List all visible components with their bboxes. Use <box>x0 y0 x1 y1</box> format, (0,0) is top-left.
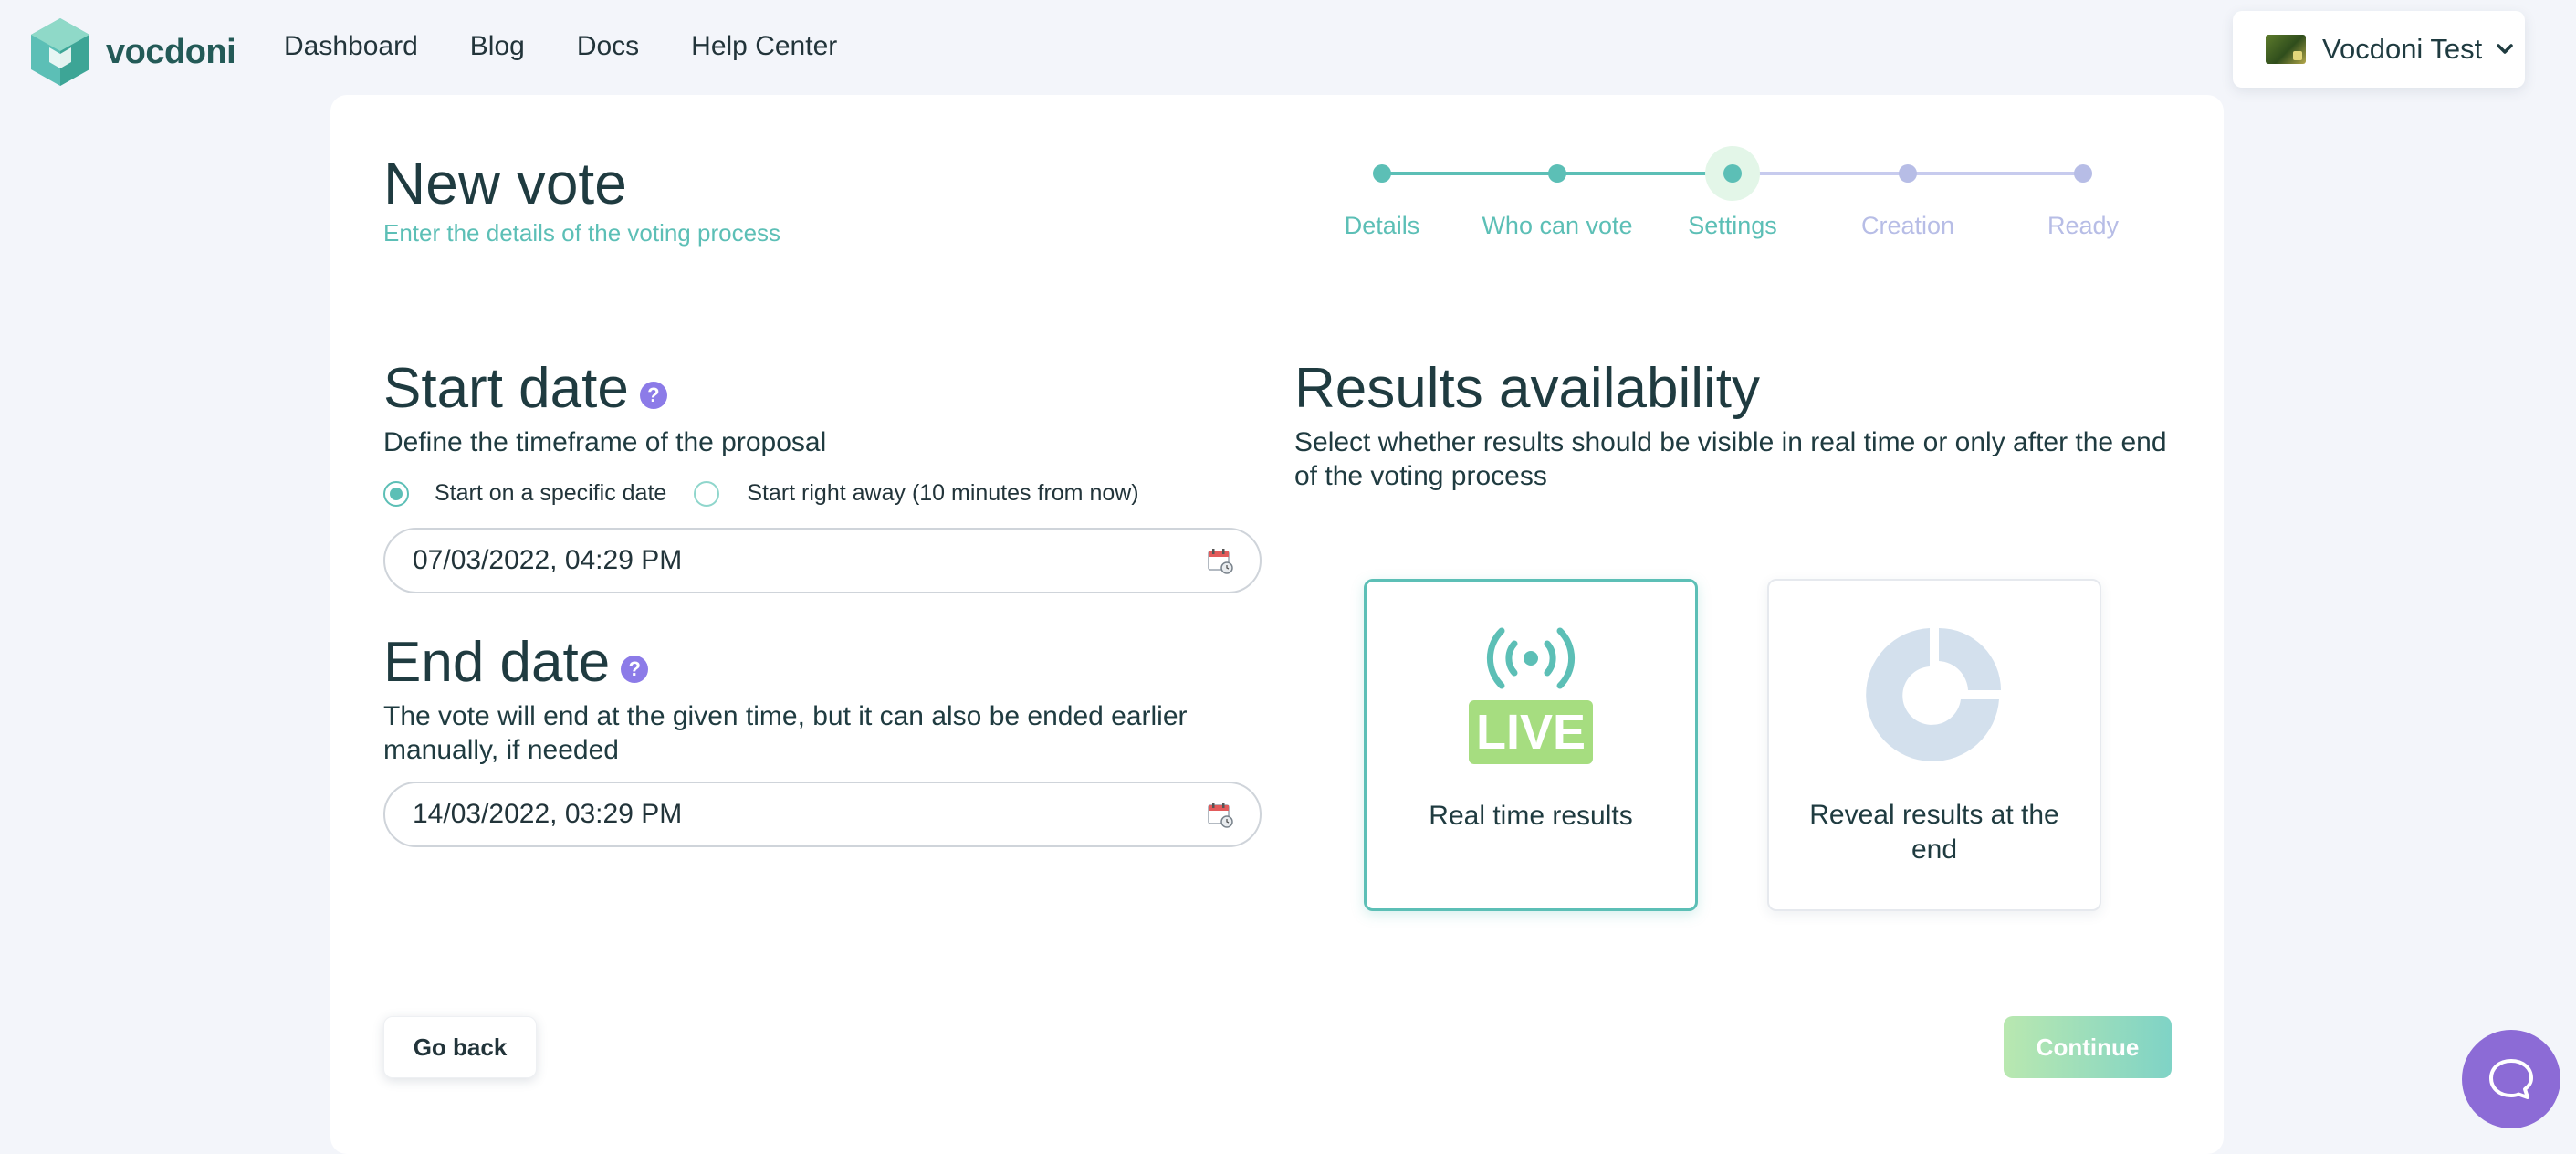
results-availability-heading: Results availability <box>1294 357 1760 420</box>
start-mode-radio-group: Start on a specific date Start right awa… <box>383 480 1139 507</box>
progress-stepper: Details Who can vote Settings Creation R… <box>1345 146 2119 247</box>
start-date-title: Start date <box>383 357 629 420</box>
logo-icon <box>31 18 89 86</box>
radio-start-now[interactable] <box>694 480 720 507</box>
pie-chart-icon <box>1866 628 2001 761</box>
start-date-input[interactable]: 07/03/2022, 04:29 PM <box>383 528 1262 593</box>
help-icon[interactable]: ? <box>639 381 667 409</box>
step-ready: Ready <box>1992 155 2174 240</box>
end-date-description: The vote will end at the given time, but… <box>383 701 1188 765</box>
account-name: Vocdoni Test <box>2322 33 2483 65</box>
radio-specific-date-label: Start on a specific date <box>435 480 667 506</box>
end-date-heading: End date ? <box>383 630 649 695</box>
radio-start-now-label: Start right away (10 minutes from now) <box>747 480 1139 506</box>
live-broadcast-icon: LIVE <box>1469 627 1593 764</box>
nav-help-center[interactable]: Help Center <box>691 31 837 62</box>
nav-blog[interactable]: Blog <box>470 31 525 62</box>
nav-docs[interactable]: Docs <box>577 31 639 62</box>
logo-text: vocdoni <box>106 32 236 71</box>
end-date-value: 14/03/2022, 03:29 PM <box>413 799 683 829</box>
account-menu-button[interactable]: Vocdoni Test <box>2233 11 2525 88</box>
start-date-heading: Start date ? <box>383 356 667 421</box>
go-back-button[interactable]: Go back <box>383 1016 537 1078</box>
end-date-input[interactable]: 14/03/2022, 03:29 PM <box>383 782 1262 847</box>
step-details: Details <box>1291 155 1473 240</box>
step-creation: Creation <box>1817 155 1999 240</box>
end-date-title: End date <box>383 631 611 694</box>
continue-button[interactable]: Continue <box>2004 1016 2172 1078</box>
option-real-time-label: Real time results <box>1429 801 1633 831</box>
start-date-value: 07/03/2022, 04:29 PM <box>413 545 683 575</box>
nav-dashboard[interactable]: Dashboard <box>284 31 418 62</box>
radio-specific-date[interactable] <box>383 480 409 507</box>
help-icon[interactable]: ? <box>621 655 649 683</box>
chevron-down-icon <box>2497 44 2513 54</box>
step-settings: Settings <box>1641 146 1824 240</box>
chat-support-button[interactable] <box>2462 1030 2560 1128</box>
calendar-icon[interactable] <box>1207 547 1234 574</box>
start-date-description: Define the timeframe of the proposal <box>383 427 827 457</box>
option-reveal-at-end[interactable]: Reveal results at the end <box>1767 579 2101 911</box>
page-subtitle: Enter the details of the voting process <box>383 219 781 247</box>
calendar-icon[interactable] <box>1207 801 1234 828</box>
main-nav: Dashboard Blog Docs Help Center <box>284 31 889 62</box>
chat-bubble-icon <box>2489 1059 2533 1099</box>
step-who-can-vote: Who can vote <box>1466 155 1649 240</box>
option-reveal-at-end-label: Reveal results at the end <box>1809 800 2059 865</box>
results-availability-description: Select whether results should be visible… <box>1294 427 2167 491</box>
page-title: New vote <box>383 151 627 216</box>
option-real-time-results[interactable]: LIVE Real time results <box>1364 579 1698 911</box>
live-badge-text: LIVE <box>1476 705 1586 760</box>
vocdoni-logo[interactable]: vocdoni <box>29 16 236 88</box>
avatar <box>2266 35 2306 64</box>
